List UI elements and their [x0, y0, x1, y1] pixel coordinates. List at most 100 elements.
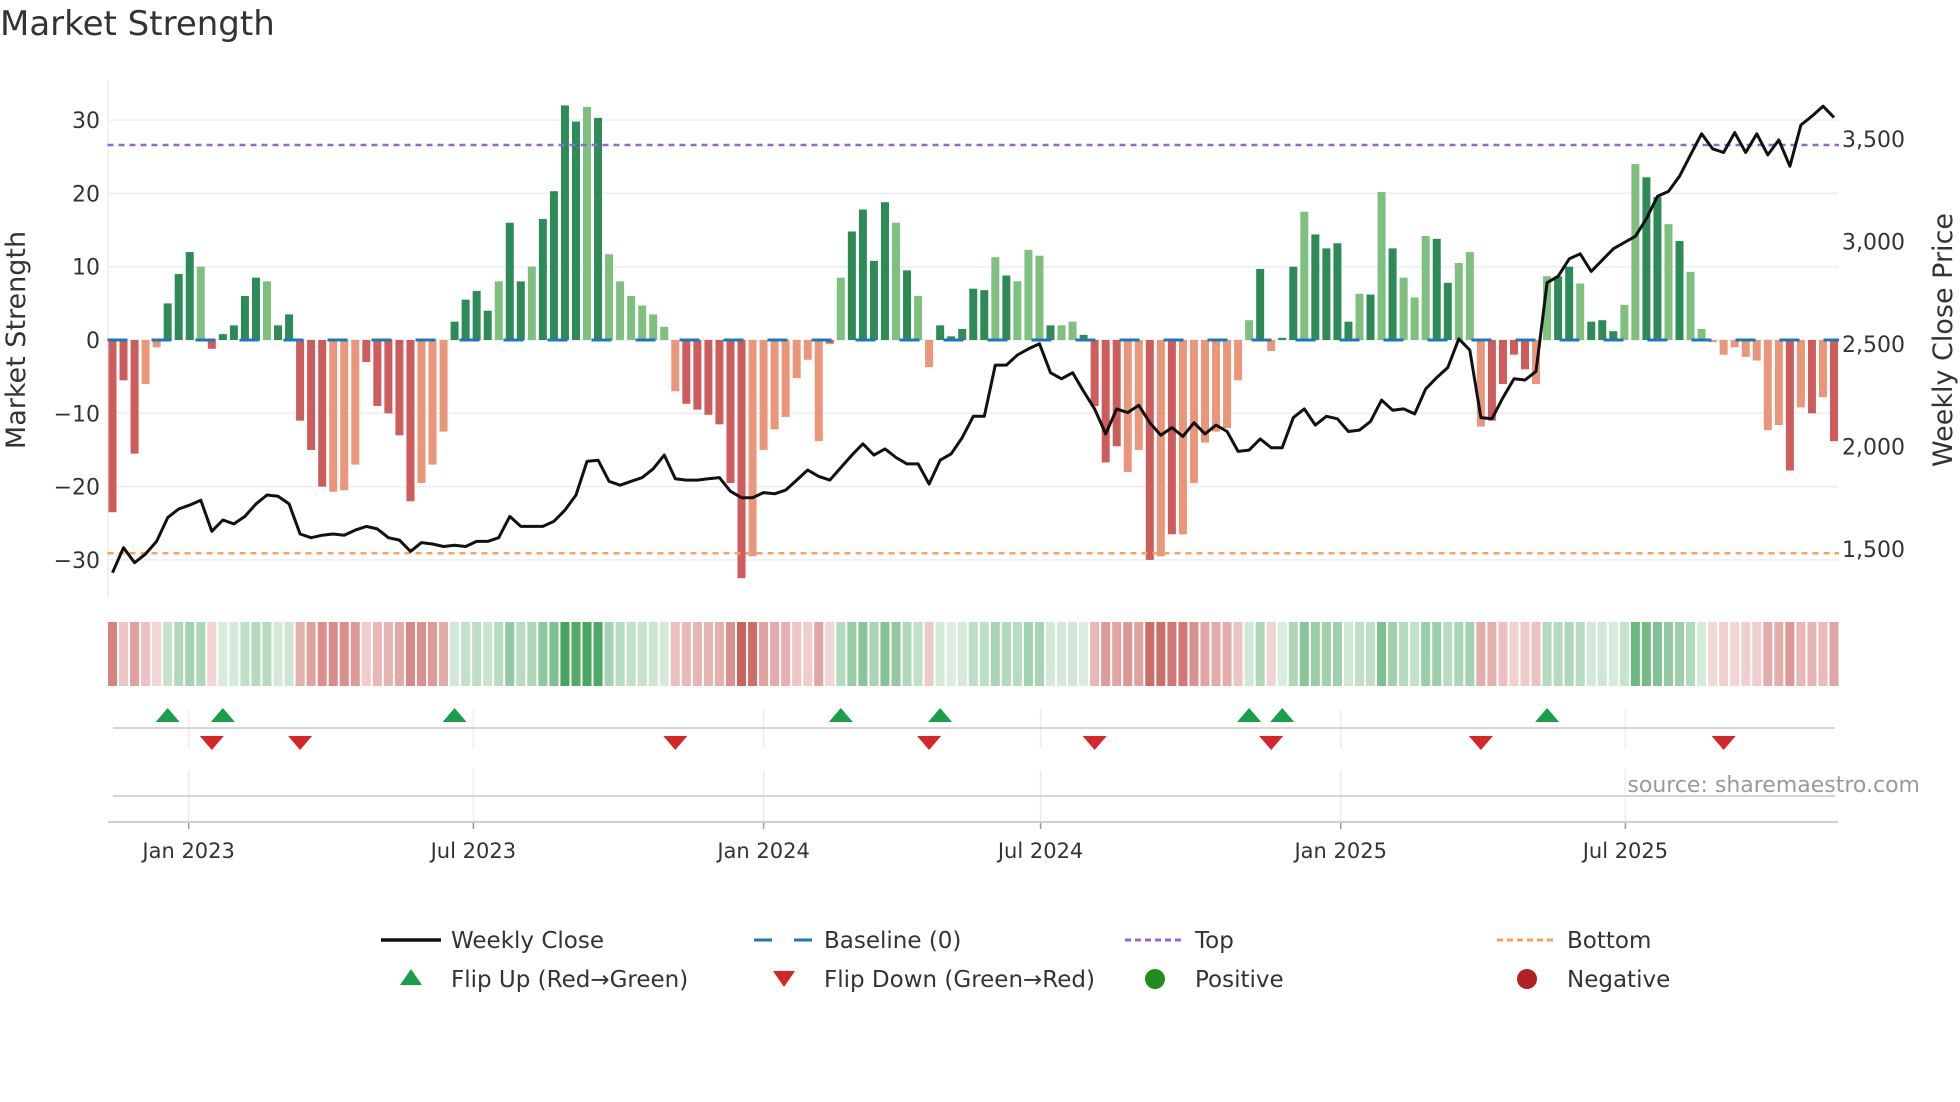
strength-heat-cell — [130, 622, 140, 686]
strength-bar — [130, 340, 139, 454]
strength-heat-cell — [1553, 622, 1563, 686]
strength-heat-cell — [1112, 622, 1122, 686]
legend-label: Flip Up (Red→Green) — [451, 967, 688, 993]
strength-bar — [737, 340, 746, 579]
circle-icon — [1517, 969, 1537, 989]
strength-bar — [1366, 294, 1375, 340]
strength-bar — [1443, 282, 1452, 340]
strength-bar — [318, 340, 327, 487]
strength-heat-cell — [372, 622, 382, 686]
strength-heat-cell — [405, 622, 415, 686]
strength-heat-cell — [494, 622, 504, 686]
strength-heat-cell — [1156, 622, 1166, 686]
strength-bar — [892, 222, 901, 340]
strength-heat-cell — [339, 622, 349, 686]
strength-heat-cell — [1619, 622, 1629, 686]
strength-heat-cell — [1697, 622, 1707, 686]
strength-bar — [1101, 340, 1110, 463]
strength-bar — [163, 303, 172, 340]
strength-heat-cell — [1145, 622, 1155, 686]
strength-bar — [560, 105, 569, 340]
strength-heat-cell — [1034, 622, 1044, 686]
strength-bar — [1785, 340, 1794, 471]
strength-bar — [1399, 277, 1408, 340]
strength-bar — [1631, 164, 1640, 340]
strength-heat-cell — [1796, 622, 1806, 686]
strength-bar — [141, 340, 150, 384]
strength-heat-cell — [1630, 622, 1640, 686]
strength-bar — [1521, 340, 1530, 370]
strength-heat-cell — [759, 622, 769, 686]
strength-heat-cell — [847, 622, 857, 686]
strength-heat-cell — [1741, 622, 1751, 686]
strength-heat-cell — [814, 622, 824, 686]
strength-bar — [1112, 340, 1121, 447]
strength-bar — [1774, 340, 1783, 426]
strength-heat-cell — [174, 622, 184, 686]
y2-tick-label: 2,000 — [1842, 435, 1905, 460]
strength-heat-cell — [1354, 622, 1365, 686]
strength-heat-cell — [196, 622, 206, 686]
strength-bar — [229, 325, 238, 340]
strength-bar — [571, 121, 580, 340]
strength-bar — [1311, 234, 1320, 340]
strength-heat-cell — [615, 622, 625, 686]
strength-bar — [1454, 263, 1463, 340]
strength-heat-cell — [1178, 622, 1188, 686]
y-axis-label: Market Strength — [1, 231, 32, 449]
legend-item-top: Top — [1125, 928, 1234, 954]
strength-heat-cell — [1057, 622, 1067, 686]
strength-heat-cell — [1652, 622, 1662, 686]
flip-up-marker — [155, 708, 180, 722]
flip-down-marker — [917, 736, 942, 750]
strength-bar — [1267, 340, 1276, 351]
strength-heat-cell — [825, 622, 835, 686]
strength-heat-cell — [1454, 622, 1464, 686]
strength-bar — [880, 202, 889, 340]
strength-heat-cell — [1763, 622, 1773, 686]
strength-bar — [803, 340, 812, 360]
strength-bar — [461, 299, 470, 340]
strength-heat-cell — [891, 622, 901, 686]
strength-heat-cell — [703, 622, 713, 686]
strength-heat-cell — [1641, 622, 1651, 686]
strength-heat-cell — [119, 622, 129, 686]
strength-bar — [936, 325, 945, 340]
strength-bar — [516, 281, 525, 340]
strength-bar — [274, 325, 283, 340]
strength-heat-cell — [670, 622, 680, 686]
strength-heat-cell — [1465, 622, 1475, 686]
strength-heat-cell — [1586, 622, 1596, 686]
triangle-up-icon — [400, 969, 422, 985]
y-tick-label: −20 — [54, 476, 100, 501]
strength-bar — [1388, 248, 1397, 340]
strength-heat-cell — [781, 622, 791, 686]
strength-bar — [296, 340, 305, 421]
strength-bar — [660, 326, 669, 340]
strength-bar — [1796, 340, 1805, 408]
strength-bar — [1498, 340, 1507, 384]
strength-heat-cell — [1564, 622, 1574, 686]
strength-heat-cell — [1608, 622, 1618, 686]
strength-heat-cell — [273, 622, 283, 686]
strength-bar — [781, 340, 790, 417]
strength-heat-cell — [317, 622, 327, 686]
strength-heat-cell — [152, 622, 162, 686]
y-tick-label: 0 — [86, 329, 100, 354]
strength-heat-cell — [1575, 622, 1585, 686]
strength-bar — [1752, 340, 1761, 361]
strength-bar — [1156, 340, 1165, 557]
strength-bar — [1123, 340, 1132, 472]
strength-bar — [1189, 340, 1198, 483]
legend-item-baseline: Baseline (0) — [754, 928, 961, 954]
strength-bar — [1167, 340, 1176, 535]
strength-heat-cell — [461, 622, 471, 686]
strength-heat-cell — [1255, 622, 1265, 686]
legend-label: Baseline (0) — [824, 928, 961, 954]
strength-bar — [1212, 340, 1221, 432]
strength-bar — [185, 252, 194, 340]
strength-bar — [1090, 340, 1099, 406]
strength-bar — [1355, 293, 1364, 340]
strength-bar — [406, 340, 415, 502]
strength-bar — [980, 290, 989, 340]
